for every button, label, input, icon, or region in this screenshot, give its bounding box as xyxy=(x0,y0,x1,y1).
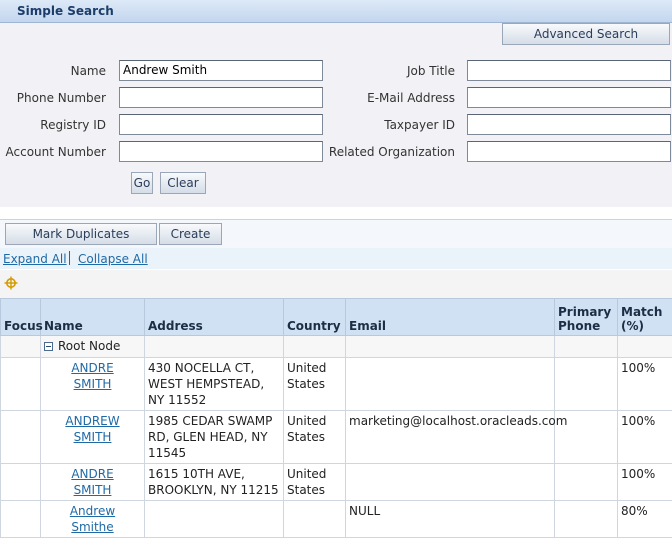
section-header: Simple Search xyxy=(0,0,672,23)
links-divider xyxy=(69,251,70,265)
focus-target-icon[interactable] xyxy=(4,276,18,293)
phone-input[interactable] xyxy=(119,87,323,108)
email-cell xyxy=(346,358,555,411)
match-cell: 100% xyxy=(618,358,672,411)
party-name-link[interactable]: Andrew Smithe xyxy=(63,503,123,535)
clear-button[interactable]: Clear xyxy=(160,172,206,194)
address-cell: 1615 10TH AVE, BROOKLYN, NY 11215 xyxy=(145,464,284,501)
results-table: Focus Name Address Country Email Primary… xyxy=(0,298,672,538)
related-org-label: Related Organization xyxy=(320,145,455,159)
phone-label: Phone Number xyxy=(0,91,106,105)
collapse-node-icon[interactable] xyxy=(44,342,53,351)
search-panel: Advanced Search Name Andrew Smith Phone … xyxy=(0,23,672,207)
table-row: ANDRE SMITH 1615 10TH AVE, BROOKLYN, NY … xyxy=(1,464,672,501)
expand-all-link[interactable]: Expand All xyxy=(3,252,67,266)
country-cell: United States xyxy=(284,464,346,501)
country-cell: United States xyxy=(284,358,346,411)
results-toolbar: Mark Duplicates Create xyxy=(0,219,672,249)
account-label: Account Number xyxy=(0,145,106,159)
party-name-link[interactable]: ANDRE SMITH xyxy=(63,360,123,392)
col-header-primary-phone: Primary Phone xyxy=(555,299,618,336)
name-label: Name xyxy=(0,64,106,78)
section-title: Simple Search xyxy=(17,4,114,18)
focus-bar xyxy=(0,270,672,298)
col-header-country: Country xyxy=(284,299,346,336)
address-cell: 430 NOCELLA CT, WEST HEMPSTEAD, NY 11552 xyxy=(145,358,284,411)
registry-label: Registry ID xyxy=(0,118,106,132)
mark-duplicates-button[interactable]: Mark Duplicates xyxy=(5,223,157,245)
country-cell: United States xyxy=(284,411,346,464)
party-name-link[interactable]: ANDRE SMITH xyxy=(63,466,123,498)
address-cell: 1985 CEDAR SWAMP RD, GLEN HEAD, NY 11545 xyxy=(145,411,284,464)
email-cell: marketing@localhost.oracleads.com xyxy=(346,411,555,464)
name-input[interactable]: Andrew Smith xyxy=(119,60,323,81)
email-input[interactable] xyxy=(467,87,671,108)
match-cell: 100% xyxy=(618,464,672,501)
col-header-match: Match (%) xyxy=(618,299,672,336)
header-row: Focus Name Address Country Email Primary… xyxy=(1,299,672,336)
job-title-label: Job Title xyxy=(330,64,455,78)
match-cell: 100% xyxy=(618,411,672,464)
root-node-label: Root Node xyxy=(58,339,120,353)
go-button[interactable]: Go xyxy=(131,172,153,194)
col-header-focus: Focus xyxy=(1,299,41,336)
create-button[interactable]: Create xyxy=(159,223,222,245)
col-header-name: Name xyxy=(41,299,145,336)
phone-cell xyxy=(555,358,618,411)
root-node-row: Root Node xyxy=(1,336,672,358)
tree-links-bar: Expand All Collapse All xyxy=(0,248,672,269)
advanced-search-button[interactable]: Advanced Search xyxy=(502,23,670,45)
registry-input[interactable] xyxy=(119,114,323,135)
phone-cell xyxy=(555,464,618,501)
party-name-link[interactable]: ANDREW SMITH xyxy=(63,413,123,445)
taxpayer-label: Taxpayer ID xyxy=(330,118,455,132)
table-row: ANDRE SMITH 430 NOCELLA CT, WEST HEMPSTE… xyxy=(1,358,672,411)
collapse-all-link[interactable]: Collapse All xyxy=(78,252,148,266)
related-org-input[interactable] xyxy=(467,141,671,162)
email-cell xyxy=(346,464,555,501)
taxpayer-input[interactable] xyxy=(467,114,671,135)
col-header-email: Email xyxy=(346,299,555,336)
col-header-address: Address xyxy=(145,299,284,336)
account-input[interactable] xyxy=(119,141,323,162)
job-title-input[interactable] xyxy=(467,60,671,81)
email-label: E-Mail Address xyxy=(330,91,455,105)
table-row: ANDREW SMITH 1985 CEDAR SWAMP RD, GLEN H… xyxy=(1,411,672,464)
